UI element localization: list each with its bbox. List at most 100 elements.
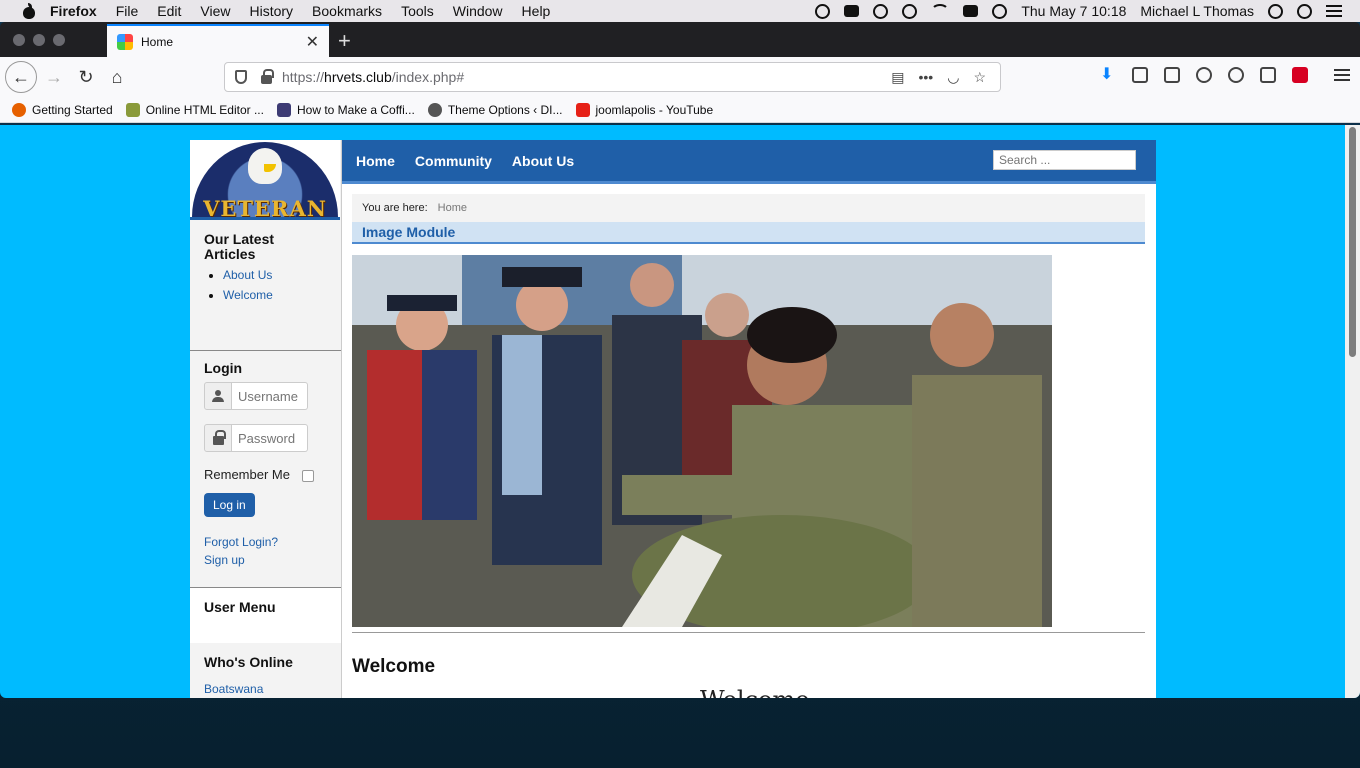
mac-menu-bar: Firefox File Edit View History Bookmarks… bbox=[0, 0, 1360, 22]
tab-bar: Home ✕ + bbox=[0, 22, 1360, 57]
page-actions-icon[interactable]: ••• bbox=[919, 69, 934, 85]
list-item: About Us bbox=[223, 268, 327, 282]
login-button[interactable]: Log in bbox=[204, 493, 255, 517]
close-tab-icon[interactable]: ✕ bbox=[306, 32, 319, 52]
apple-menu-icon[interactable] bbox=[22, 3, 36, 19]
password-field bbox=[204, 424, 308, 452]
breadcrumb-home[interactable]: Home bbox=[438, 202, 467, 214]
menu-window[interactable]: Window bbox=[453, 3, 503, 19]
tracking-protection-icon[interactable] bbox=[235, 70, 247, 84]
zoom-window-button[interactable] bbox=[53, 34, 65, 46]
forward-button[interactable]: → bbox=[40, 63, 68, 91]
whos-online-title: Who's Online bbox=[204, 654, 293, 670]
status-dropbox-icon[interactable] bbox=[844, 5, 860, 17]
spotlight-search-icon[interactable] bbox=[1268, 3, 1283, 19]
bookmark-star-icon[interactable]: ☆ bbox=[973, 69, 986, 86]
clock[interactable]: Thu May 7 10:18 bbox=[1021, 3, 1126, 19]
nav-about-us[interactable]: About Us bbox=[512, 153, 574, 169]
sidebar-icon[interactable] bbox=[1164, 67, 1180, 83]
nav-community[interactable]: Community bbox=[415, 153, 492, 169]
bookmarks-toolbar: Getting Started Online HTML Editor ... H… bbox=[0, 97, 1360, 123]
user-menu-title: User Menu bbox=[204, 599, 276, 615]
sidebar: VETERAN Our Latest Articles About Us Wel… bbox=[190, 140, 342, 698]
menu-view[interactable]: View bbox=[200, 3, 230, 19]
menu-file[interactable]: File bbox=[116, 3, 139, 19]
bookmark-joomlapolis[interactable]: joomlapolis - YouTube bbox=[575, 102, 713, 117]
bookmark-getting-started[interactable]: Getting Started bbox=[12, 102, 113, 117]
url-bar[interactable]: https://hrvets.club/index.php# ▤ ••• ◡ ☆ bbox=[224, 62, 1001, 92]
minimize-window-button[interactable] bbox=[33, 34, 45, 46]
extension-flash-icon[interactable] bbox=[1292, 67, 1308, 83]
remember-me-checkbox[interactable] bbox=[301, 470, 314, 482]
tab-home[interactable]: Home ✕ bbox=[107, 24, 329, 57]
code-icon bbox=[125, 102, 140, 117]
browser-window: Home ✕ + ← → ↻ ⌂ https://hrvets.club/ind… bbox=[0, 22, 1360, 698]
url-text[interactable]: https://hrvets.club/index.php# bbox=[282, 69, 891, 85]
login-title: Login bbox=[204, 360, 243, 376]
menu-help[interactable]: Help bbox=[522, 3, 551, 19]
username-input[interactable] bbox=[232, 382, 308, 410]
accessibility-icon[interactable] bbox=[902, 3, 918, 19]
menu-bookmarks[interactable]: Bookmarks bbox=[312, 3, 382, 19]
menu-edit[interactable]: Edit bbox=[157, 3, 181, 19]
status-app-icon[interactable] bbox=[815, 3, 831, 19]
username-field bbox=[204, 382, 308, 410]
image-module-title: Image Module bbox=[352, 222, 1145, 244]
bookmark-label: Theme Options ‹ DI... bbox=[447, 102, 563, 117]
top-navigation: Home Community About Us bbox=[342, 140, 1156, 184]
bookmark-online-html-editor[interactable]: Online HTML Editor ... bbox=[125, 102, 264, 117]
article-link-welcome[interactable]: Welcome bbox=[223, 288, 273, 302]
app-menu-icon[interactable] bbox=[1334, 69, 1350, 81]
secure-lock-icon[interactable] bbox=[261, 68, 274, 84]
main-content: Home Community About Us You are here: Ho… bbox=[342, 140, 1156, 698]
pocket-icon[interactable]: ◡ bbox=[947, 69, 959, 86]
home-button[interactable]: ⌂ bbox=[103, 63, 131, 91]
back-button[interactable]: ← bbox=[5, 61, 37, 93]
latest-articles-title: Our Latest Articles bbox=[204, 231, 275, 262]
bookmark-label: How to Make a Coffi... bbox=[296, 102, 415, 117]
notification-center-icon[interactable] bbox=[1326, 5, 1342, 17]
account-icon[interactable] bbox=[1196, 67, 1212, 83]
volume-icon[interactable] bbox=[992, 3, 1008, 19]
airplay-icon[interactable] bbox=[963, 5, 979, 17]
latest-articles-module: Our Latest Articles About Us Welcome bbox=[190, 220, 341, 350]
user-name[interactable]: Michael L Thomas bbox=[1140, 3, 1254, 19]
scrollbar-thumb[interactable] bbox=[1349, 127, 1356, 357]
list-item: Welcome bbox=[223, 288, 327, 302]
menu-tools[interactable]: Tools bbox=[401, 3, 434, 19]
grid-icon bbox=[276, 102, 291, 117]
veteran-logo[interactable]: VETERAN bbox=[190, 140, 340, 220]
whos-online-module: Who's Online Boatswana bbox=[190, 643, 341, 698]
extension-grid-icon[interactable] bbox=[1260, 67, 1276, 83]
bookmark-how-to-make[interactable]: How to Make a Coffi... bbox=[276, 102, 415, 117]
site-search-input[interactable] bbox=[993, 150, 1136, 170]
reader-view-icon[interactable]: ▤ bbox=[891, 69, 904, 86]
wifi-icon[interactable] bbox=[931, 4, 950, 18]
nav-home[interactable]: Home bbox=[356, 153, 395, 169]
password-input[interactable] bbox=[232, 424, 308, 452]
page-viewport: VETERAN Our Latest Articles About Us Wel… bbox=[0, 125, 1360, 698]
siri-icon[interactable] bbox=[1297, 3, 1312, 19]
menu-app-firefox[interactable]: Firefox bbox=[50, 3, 97, 19]
library-icon[interactable] bbox=[1132, 67, 1148, 83]
tab-title: Home bbox=[141, 34, 174, 49]
login-module: Login Remember Me Log in bbox=[190, 351, 341, 587]
extension-1password-icon[interactable] bbox=[1228, 67, 1244, 83]
remember-me-row: Remember Me bbox=[204, 466, 327, 482]
latest-articles-list: About Us Welcome bbox=[223, 268, 327, 302]
status-password-icon[interactable] bbox=[873, 3, 889, 19]
page-scrollbar[interactable] bbox=[1345, 125, 1360, 698]
article-link-about-us[interactable]: About Us bbox=[223, 268, 272, 282]
menu-history[interactable]: History bbox=[249, 3, 293, 19]
close-window-button[interactable] bbox=[13, 34, 25, 46]
bookmark-theme-options[interactable]: Theme Options ‹ DI... bbox=[427, 102, 563, 117]
new-tab-button[interactable]: + bbox=[338, 28, 351, 54]
reload-button[interactable]: ↻ bbox=[72, 63, 100, 91]
forgot-login-link[interactable]: Forgot Login? bbox=[204, 535, 278, 549]
photo-illustration bbox=[352, 255, 1052, 627]
user-addon bbox=[204, 382, 232, 410]
window-controls bbox=[13, 34, 65, 46]
sign-up-link[interactable]: Sign up bbox=[204, 553, 245, 567]
downloads-icon[interactable]: ⬇ bbox=[1100, 67, 1116, 83]
online-user-link[interactable]: Boatswana bbox=[204, 682, 263, 696]
